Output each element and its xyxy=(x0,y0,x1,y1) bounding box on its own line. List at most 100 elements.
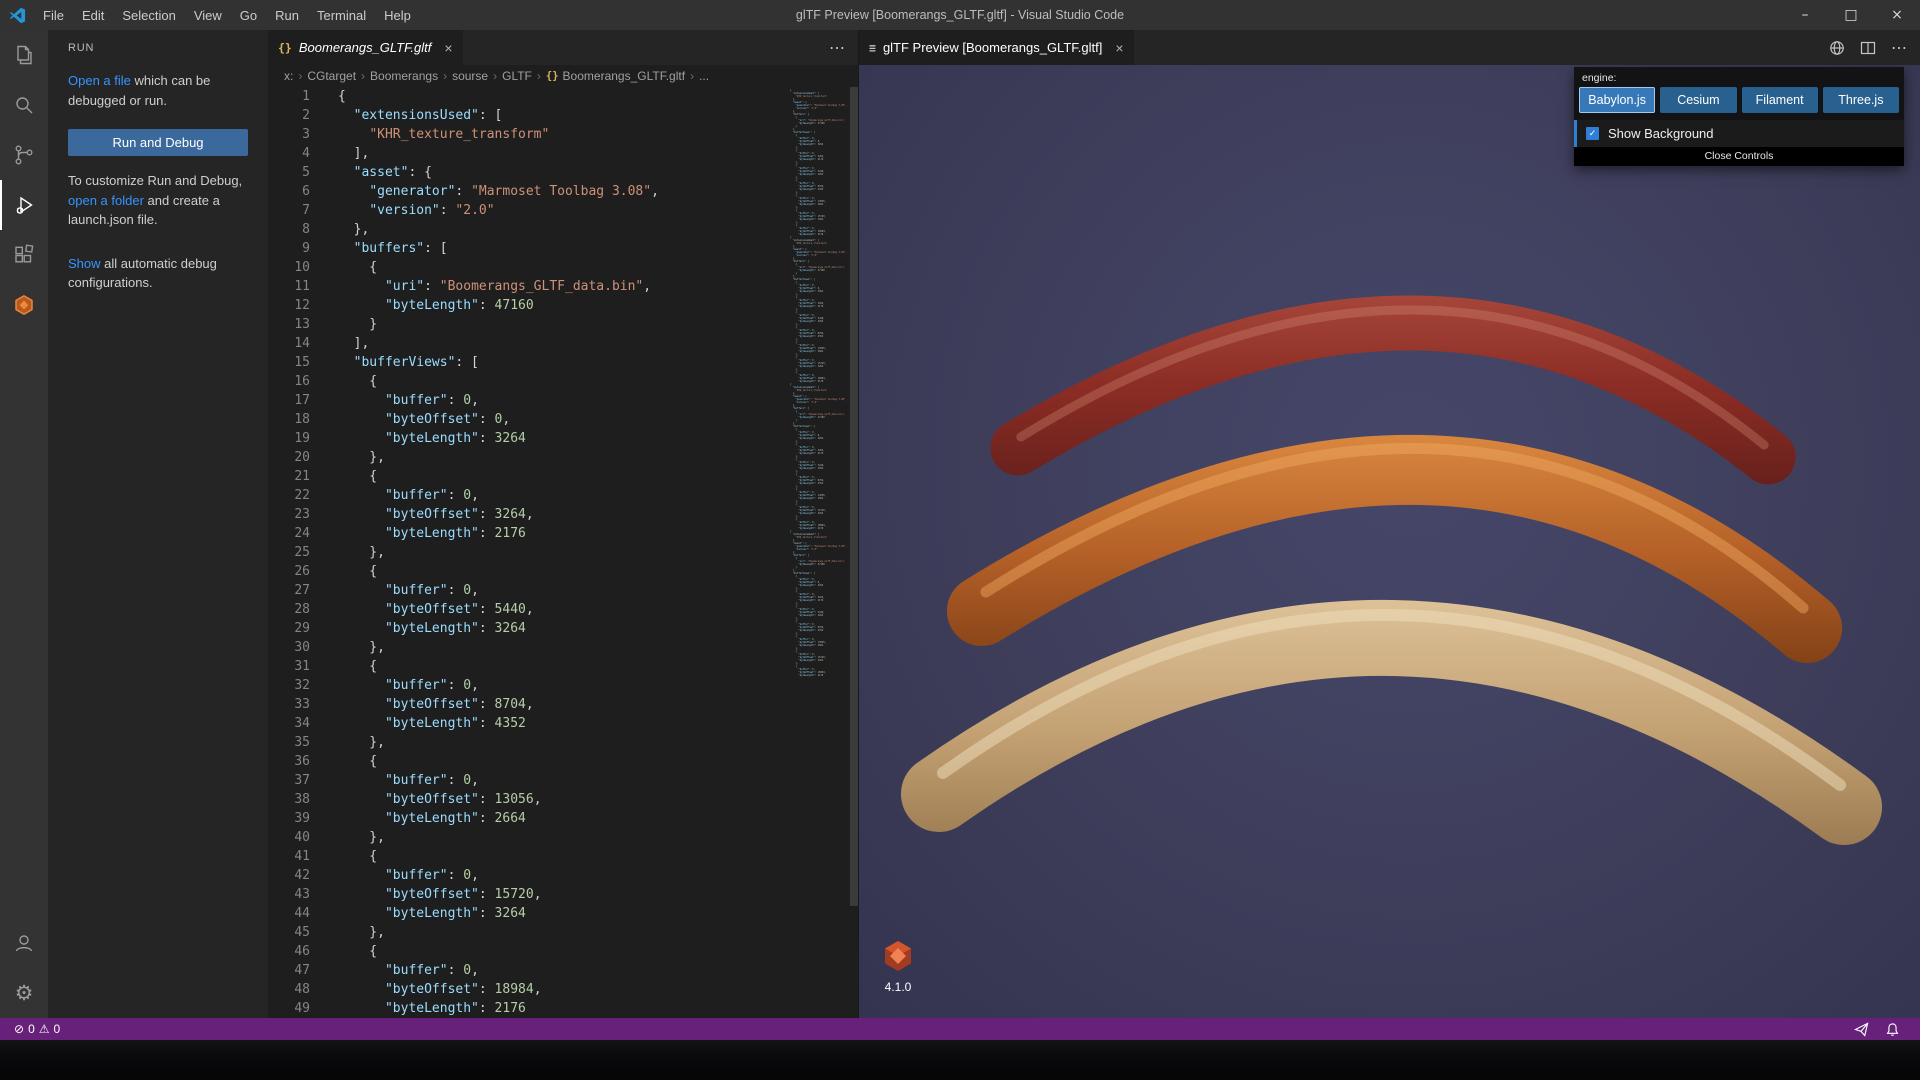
tab-label: Boomerangs_GLTF.gltf xyxy=(298,40,432,55)
status-bar: ⊘ 0 ⚠ 0 xyxy=(0,1018,1920,1040)
line-number: 17 xyxy=(294,393,310,408)
line-number: 5 xyxy=(302,165,310,180)
notifications-bell-icon[interactable] xyxy=(1885,1022,1900,1037)
line-number: 8 xyxy=(302,222,310,237)
open-a-folder-link[interactable]: open a folder xyxy=(68,193,144,208)
close-tab-icon[interactable]: × xyxy=(1115,40,1123,56)
menu-selection[interactable]: Selection xyxy=(113,8,184,23)
sidebar-item-gltf-tools[interactable] xyxy=(0,280,48,330)
globe-icon[interactable] xyxy=(1829,40,1845,56)
code-line: 6 "generator": "Marmoset Toolbag 3.08", xyxy=(268,182,858,201)
menu-terminal[interactable]: Terminal xyxy=(308,8,375,23)
engine-button-babylonjs[interactable]: Babylon.js xyxy=(1579,87,1656,113)
show-configurations-link[interactable]: Show xyxy=(68,256,101,271)
run-help-text-2: To customize Run and Debug, open a folde… xyxy=(48,166,268,235)
open-a-file-link[interactable]: Open a file xyxy=(68,73,131,88)
breadcrumb: x: › CGtarget › Boomerangs › sourse › GLTF › {} Boo… xyxy=(268,65,858,87)
code-line: 39 "byteLength": 2664 xyxy=(268,809,858,828)
code-editor[interactable]: 1{2 "extensionsUsed": [3 "KHR_texture_tr… xyxy=(268,87,858,1018)
tab-boomerangs-gltf[interactable]: {} Boomerangs_GLTF.gltf × xyxy=(268,30,463,65)
breadcrumb-item[interactable]: ... xyxy=(699,69,709,83)
code-line: 23 "byteOffset": 3264, xyxy=(268,505,858,524)
sidebar-item-extensions[interactable] xyxy=(0,230,48,280)
gltf-3d-viewport[interactable] xyxy=(859,65,1920,1018)
maximize-button[interactable]: □ xyxy=(1828,0,1874,30)
line-number: 7 xyxy=(302,203,310,218)
menu-help[interactable]: Help xyxy=(375,8,420,23)
engine-button-cesium[interactable]: Cesium xyxy=(1660,87,1737,113)
line-number: 36 xyxy=(294,754,310,769)
menu-run[interactable]: Run xyxy=(266,8,308,23)
breadcrumb-item[interactable]: CGtarget xyxy=(307,69,356,83)
show-background-row[interactable]: ✓ Show Background xyxy=(1574,120,1904,147)
sidebar-item-source-control[interactable] xyxy=(0,130,48,180)
settings-button[interactable]: ⚙ xyxy=(0,968,48,1018)
run-and-debug-button[interactable]: Run and Debug xyxy=(68,129,248,156)
code-line: 20 }, xyxy=(268,448,858,467)
babylonjs-logo-icon xyxy=(885,941,911,971)
menu-edit[interactable]: Edit xyxy=(73,8,113,23)
menu-view[interactable]: View xyxy=(185,8,231,23)
accounts-button[interactable] xyxy=(0,918,48,968)
warning-icon: ⚠ xyxy=(38,1022,50,1036)
sidebar-item-explorer[interactable] xyxy=(0,30,48,80)
line-number: 10 xyxy=(294,260,310,275)
sidebar-item-search[interactable] xyxy=(0,80,48,130)
tab-gltf-preview[interactable]: ≡ glTF Preview [Boomerangs_GLTF.gltf] × xyxy=(859,30,1134,65)
files-icon xyxy=(17,45,32,65)
editor-scrollbar[interactable] xyxy=(850,87,858,1018)
menu-go[interactable]: Go xyxy=(231,8,266,23)
sidebar-item-run-and-debug[interactable] xyxy=(0,180,48,230)
code-line: 2 "extensionsUsed": [ xyxy=(268,106,858,125)
code-line: 44 "byteLength": 3264 xyxy=(268,904,858,923)
breadcrumb-separator-icon: › xyxy=(493,69,498,83)
code-line: 13 } xyxy=(268,315,858,334)
run-sidebar: RUN Open a file which can be debugged or… xyxy=(48,30,268,1018)
more-actions-icon[interactable]: ⋯ xyxy=(829,38,846,58)
show-background-label: Show Background xyxy=(1608,126,1714,141)
feedback-icon[interactable] xyxy=(1854,1021,1869,1037)
code-line: 32 "buffer": 0, xyxy=(268,676,858,695)
breadcrumb-item[interactable]: Boomerangs xyxy=(370,69,438,83)
minimap[interactable]: { "extensionsUsed": [ "KHR_texture_trans… xyxy=(790,89,850,699)
babylon-badge[interactable]: 4.1.0 xyxy=(879,940,917,994)
code-line: 14 ], xyxy=(268,334,858,353)
problems-indicator[interactable]: ⊘ 0 ⚠ 0 xyxy=(10,1022,64,1036)
breadcrumb-item[interactable]: {} Boomerangs_GLTF.gltf xyxy=(546,69,685,83)
line-number: 9 xyxy=(302,241,310,256)
title-bar: File Edit Selection View Go Run Terminal Help g… xyxy=(0,0,1920,30)
close-tab-icon[interactable]: × xyxy=(444,40,452,56)
preview-editor-actions: ⋯ xyxy=(1817,30,1920,65)
minimize-button[interactable]: – xyxy=(1782,0,1828,30)
line-number: 49 xyxy=(294,1001,310,1016)
code-lines: 1{2 "extensionsUsed": [3 "KHR_texture_tr… xyxy=(268,87,858,1018)
run-help-text-2-pre: To customize Run and Debug, xyxy=(68,173,243,188)
minimap-line: "byteLength": 2176 xyxy=(798,674,824,677)
code-line: 21 { xyxy=(268,467,858,486)
breadcrumb-item[interactable]: GLTF xyxy=(502,69,532,83)
breadcrumb-item[interactable]: sourse xyxy=(452,69,488,83)
line-number: 24 xyxy=(294,526,310,541)
split-editor-icon[interactable] xyxy=(1860,40,1876,56)
more-actions-icon[interactable]: ⋯ xyxy=(1891,38,1908,58)
breadcrumb-item[interactable]: x: xyxy=(284,69,293,83)
code-line: 49 "byteLength": 2176 xyxy=(268,999,858,1018)
engine-button-filament[interactable]: Filament xyxy=(1741,87,1818,113)
show-background-checkbox[interactable]: ✓ xyxy=(1586,127,1599,140)
menu-file[interactable]: File xyxy=(34,8,73,23)
code-line: 40 }, xyxy=(268,828,858,847)
close-controls-button[interactable]: Close Controls xyxy=(1574,147,1904,166)
engine-button-threejs[interactable]: Three.js xyxy=(1822,87,1899,113)
breadcrumb-separator-icon: › xyxy=(443,69,448,83)
sidebar-title: RUN xyxy=(68,42,95,54)
line-number: 1 xyxy=(302,89,310,104)
tab-label: glTF Preview [Boomerangs_GLTF.gltf] xyxy=(882,40,1103,55)
line-number: 47 xyxy=(294,963,310,978)
line-number: 21 xyxy=(294,469,310,484)
extensions-icon xyxy=(15,244,34,263)
scrollbar-thumb[interactable] xyxy=(850,87,858,907)
code-line: 30 }, xyxy=(268,638,858,657)
line-number: 6 xyxy=(302,184,310,199)
line-number: 48 xyxy=(294,982,310,997)
close-window-button[interactable]: × xyxy=(1874,0,1920,30)
